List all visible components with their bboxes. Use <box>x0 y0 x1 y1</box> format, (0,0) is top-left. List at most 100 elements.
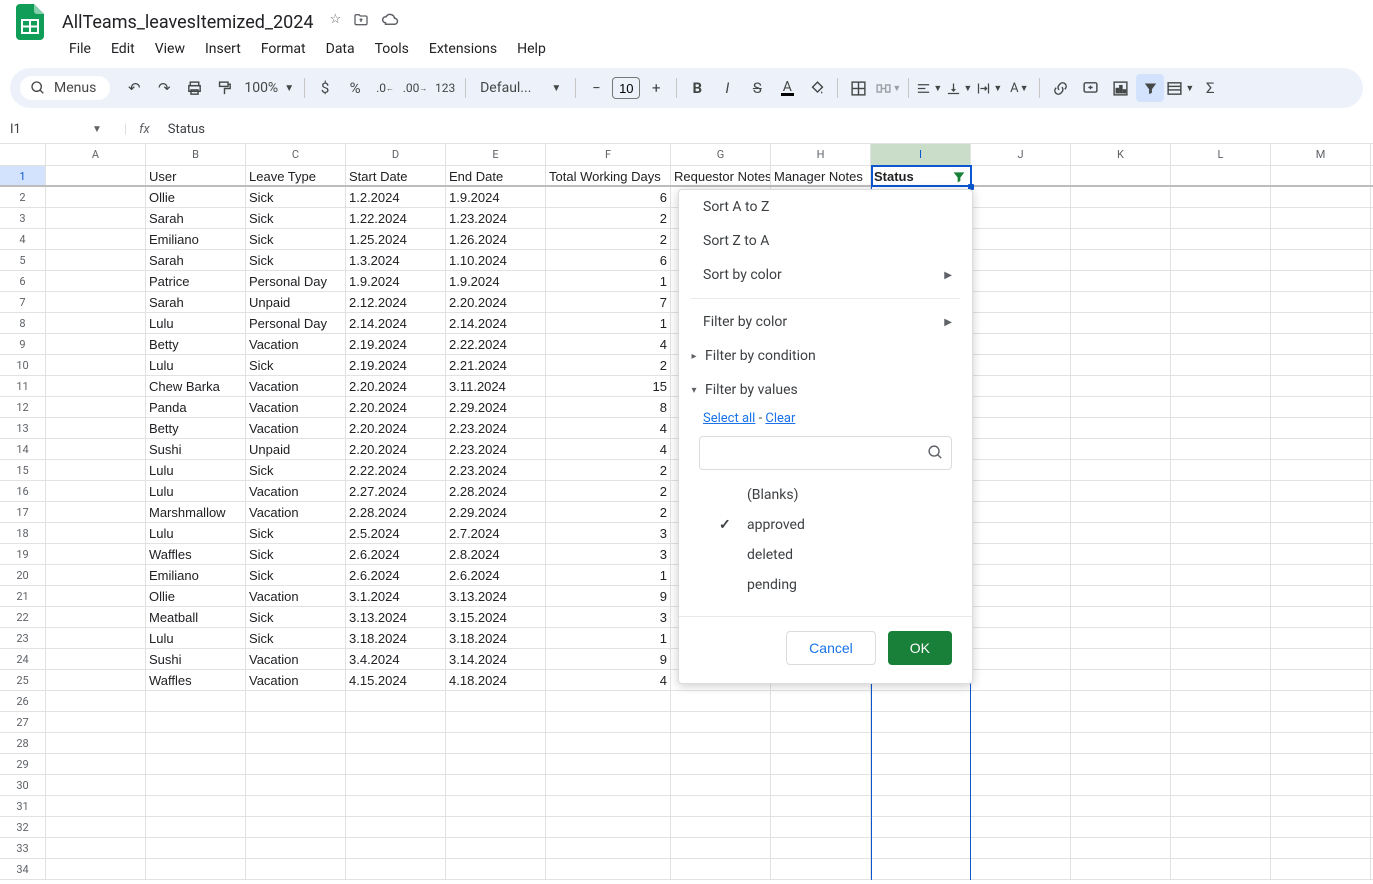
row-header[interactable]: 6 <box>0 271 46 291</box>
cell[interactable] <box>1171 292 1271 312</box>
cell[interactable] <box>971 649 1071 669</box>
cell[interactable] <box>546 859 671 879</box>
cell[interactable] <box>971 817 1071 837</box>
cell[interactable]: Emiliano <box>146 229 246 249</box>
cell[interactable] <box>1071 649 1171 669</box>
column-header-M[interactable]: M <box>1271 144 1371 165</box>
cell[interactable]: Sushi <box>146 439 246 459</box>
cell[interactable] <box>46 817 146 837</box>
column-header-C[interactable]: C <box>246 144 346 165</box>
cell[interactable] <box>871 775 971 795</box>
cell[interactable]: 1.9.2024 <box>446 271 546 291</box>
cell[interactable] <box>671 775 771 795</box>
row-header[interactable]: 23 <box>0 628 46 648</box>
cell[interactable]: 3.13.2024 <box>446 586 546 606</box>
cell[interactable]: Waffles <box>146 544 246 564</box>
cell[interactable]: Lulu <box>146 523 246 543</box>
cell[interactable] <box>1071 733 1171 753</box>
cell[interactable] <box>1271 544 1371 564</box>
cell[interactable]: 3.13.2024 <box>346 607 446 627</box>
cell[interactable]: 6 <box>546 250 671 270</box>
cell[interactable] <box>1071 208 1171 228</box>
cell[interactable] <box>46 229 146 249</box>
cell[interactable]: 9 <box>546 649 671 669</box>
column-header-L[interactable]: L <box>1171 144 1271 165</box>
cell[interactable]: Lulu <box>146 628 246 648</box>
cell[interactable] <box>1071 817 1171 837</box>
cell[interactable] <box>1171 166 1271 185</box>
cell[interactable]: Patrice <box>146 271 246 291</box>
cell[interactable]: Vacation <box>246 481 346 501</box>
cell[interactable]: 3.11.2024 <box>446 376 546 396</box>
cell[interactable]: 2.28.2024 <box>346 502 446 522</box>
cell[interactable]: 2.21.2024 <box>446 355 546 375</box>
cell[interactable]: 2.27.2024 <box>346 481 446 501</box>
cell[interactable]: Vacation <box>246 418 346 438</box>
cell[interactable] <box>446 838 546 858</box>
cell[interactable] <box>146 796 246 816</box>
cell[interactable] <box>771 817 871 837</box>
cell[interactable] <box>546 817 671 837</box>
cell[interactable]: 1.22.2024 <box>346 208 446 228</box>
cell[interactable] <box>46 187 146 207</box>
cell[interactable] <box>46 481 146 501</box>
cell[interactable] <box>1071 607 1171 627</box>
cell[interactable] <box>971 712 1071 732</box>
row-header[interactable]: 1 <box>0 166 46 185</box>
cell[interactable]: 3 <box>546 607 671 627</box>
cell[interactable]: 8 <box>546 397 671 417</box>
borders-button[interactable] <box>844 74 872 102</box>
cell[interactable]: Personal Day <box>246 313 346 333</box>
menu-view[interactable]: View <box>146 37 194 61</box>
cell[interactable] <box>971 733 1071 753</box>
cell[interactable]: End Date <box>446 166 546 185</box>
ok-button[interactable]: OK <box>888 631 952 665</box>
cell[interactable] <box>1071 586 1171 606</box>
cell[interactable]: 2.7.2024 <box>446 523 546 543</box>
menu-file[interactable]: File <box>60 37 100 61</box>
cell[interactable] <box>1271 859 1371 879</box>
functions-button[interactable]: Σ <box>1196 74 1224 102</box>
cell[interactable] <box>1071 418 1171 438</box>
cell[interactable] <box>971 460 1071 480</box>
cell[interactable]: 1.2.2024 <box>346 187 446 207</box>
cell[interactable]: Sick <box>246 565 346 585</box>
cell[interactable] <box>1171 355 1271 375</box>
cell[interactable]: 2.8.2024 <box>446 544 546 564</box>
menu-data[interactable]: Data <box>317 37 364 61</box>
cell[interactable]: Sick <box>246 607 346 627</box>
row-header[interactable]: 22 <box>0 607 46 627</box>
cell[interactable]: 3 <box>546 544 671 564</box>
cell[interactable] <box>546 712 671 732</box>
cell[interactable] <box>771 775 871 795</box>
select-all-link[interactable]: Select all <box>703 411 755 426</box>
cell[interactable]: Start Date <box>346 166 446 185</box>
cell[interactable] <box>1071 544 1171 564</box>
cell[interactable]: 2.19.2024 <box>346 334 446 354</box>
cell[interactable] <box>346 691 446 711</box>
cell[interactable]: Ollie <box>146 586 246 606</box>
cell[interactable] <box>1271 418 1371 438</box>
cell[interactable]: Marshmallow <box>146 502 246 522</box>
cell[interactable] <box>1271 754 1371 774</box>
cell[interactable] <box>771 691 871 711</box>
cell[interactable] <box>1271 208 1371 228</box>
cell[interactable] <box>971 313 1071 333</box>
cell[interactable]: Sick <box>246 187 346 207</box>
cell[interactable] <box>1171 754 1271 774</box>
cell[interactable] <box>1071 502 1171 522</box>
cell[interactable] <box>771 754 871 774</box>
cell[interactable] <box>46 838 146 858</box>
cell[interactable] <box>546 754 671 774</box>
percent-button[interactable]: % <box>341 74 369 102</box>
filter-value-item[interactable]: pending <box>699 570 952 600</box>
cell[interactable] <box>546 796 671 816</box>
cell[interactable]: 2.20.2024 <box>346 397 446 417</box>
filter-value-item[interactable]: deleted <box>699 540 952 570</box>
cell[interactable] <box>971 754 1071 774</box>
cell[interactable] <box>46 397 146 417</box>
cell[interactable]: Sarah <box>146 208 246 228</box>
cell[interactable] <box>46 670 146 690</box>
column-header-B[interactable]: B <box>146 144 246 165</box>
row-header[interactable]: 9 <box>0 334 46 354</box>
